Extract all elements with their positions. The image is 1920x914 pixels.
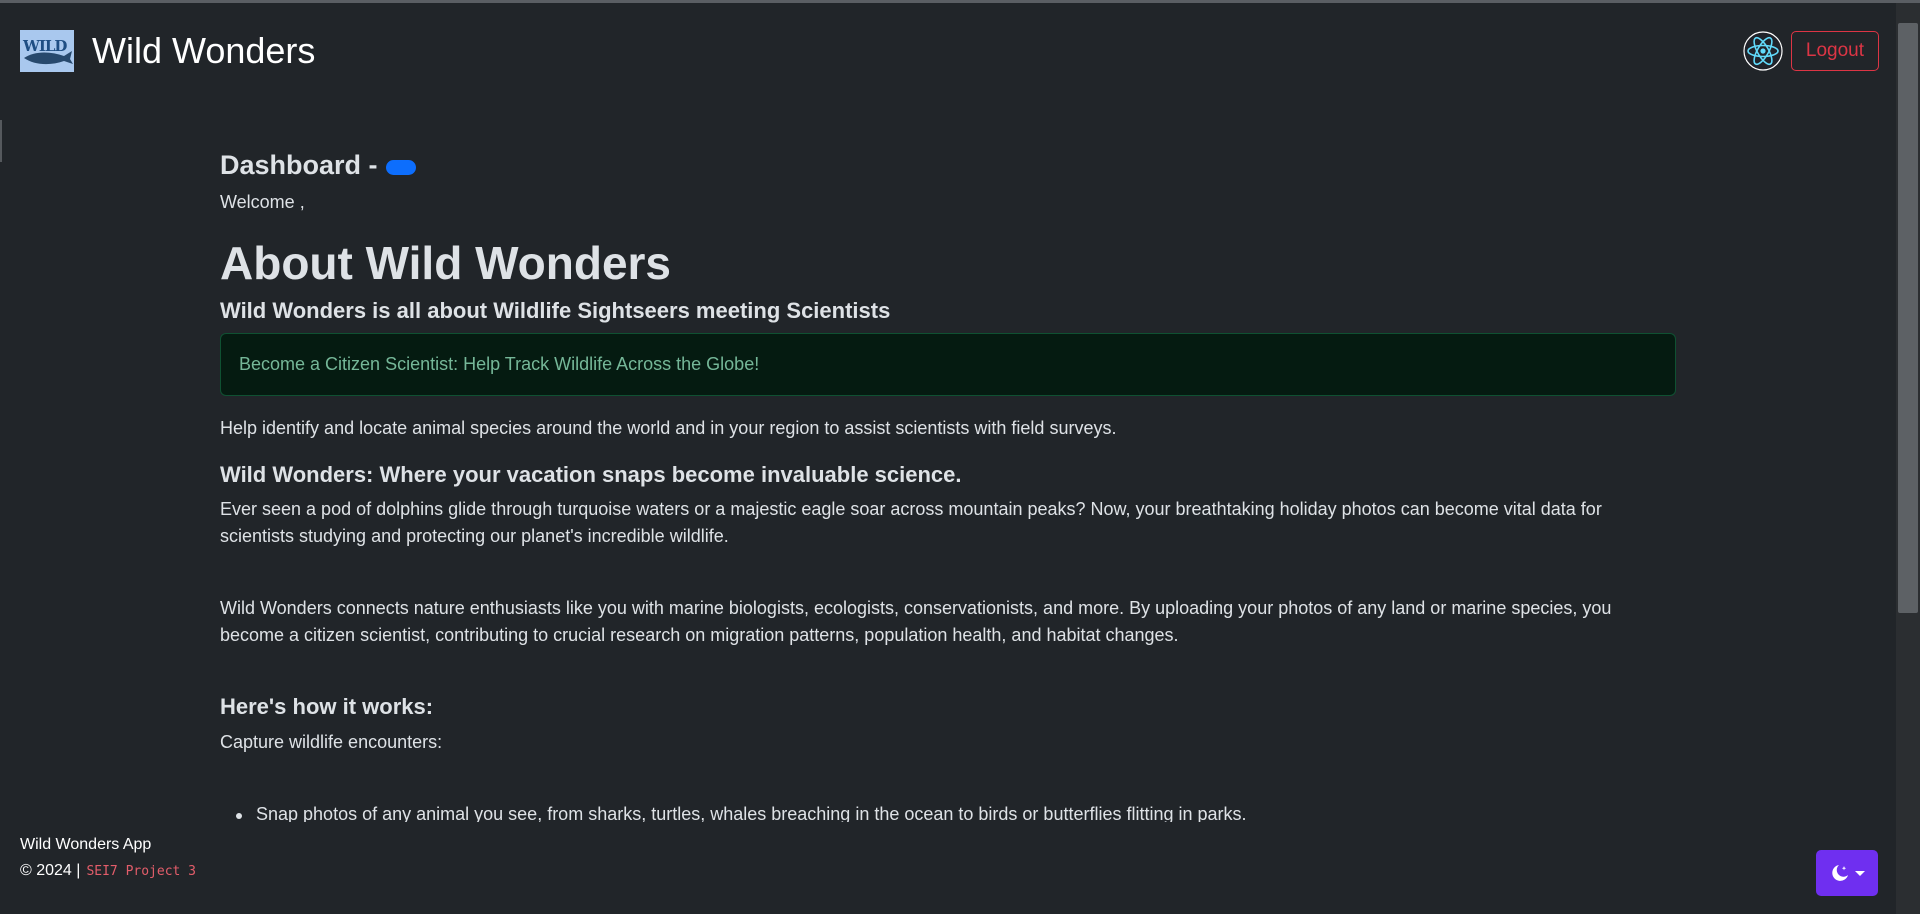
footer-copyright: © 2024 | bbox=[20, 862, 81, 879]
scrollbar-thumb[interactable] bbox=[1898, 23, 1918, 613]
about-heading: About Wild Wonders bbox=[220, 237, 672, 289]
tagline-heading: Wild Wonders is all about Wildlife Sight… bbox=[220, 298, 891, 323]
vertical-scrollbar[interactable] bbox=[1896, 3, 1920, 914]
moon-stars-icon bbox=[1831, 865, 1848, 881]
main-content: Dashboard - Welcome , About Wild Wonders… bbox=[220, 98, 1678, 822]
dashboard-title: Dashboard - bbox=[220, 150, 378, 180]
welcome-text: Welcome , bbox=[220, 192, 305, 212]
left-edge-marker bbox=[0, 120, 2, 162]
chevron-down-icon bbox=[1854, 870, 1865, 876]
logout-button[interactable]: Logout bbox=[1790, 30, 1879, 71]
list-item: Snap photos of any animal you see, from … bbox=[236, 804, 1247, 822]
dolphins-paragraph: Ever seen a pod of dolphins glide throug… bbox=[220, 499, 1602, 546]
react-atom-icon[interactable] bbox=[1743, 30, 1783, 71]
citizen-scientist-alert: Become a Citizen Scientist: Help Track W… bbox=[220, 333, 1676, 396]
project-code: SEI7 Project 3 bbox=[86, 863, 197, 879]
username-badge bbox=[385, 160, 416, 175]
brand-link[interactable]: WILD Wild Wonders bbox=[20, 29, 316, 72]
brand-title: Wild Wonders bbox=[92, 29, 316, 71]
navbar-actions: Logout bbox=[1743, 30, 1879, 71]
footer-app-name: Wild Wonders App bbox=[20, 836, 152, 853]
dashboard-heading: Dashboard - bbox=[220, 150, 416, 181]
footer: Wild Wonders App © 2024 | SEI7 Project 3 bbox=[20, 836, 196, 880]
alert-text: Become a Citizen Scientist: Help Track W… bbox=[239, 354, 760, 374]
intro-paragraph: Help identify and locate animal species … bbox=[220, 418, 1117, 438]
footer-copyright-line: © 2024 | SEI7 Project 3 bbox=[20, 862, 196, 880]
navbar: WILD Wild Wonders Logout bbox=[0, 3, 1896, 98]
theme-toggle-button[interactable] bbox=[1816, 850, 1878, 896]
capture-text: Capture wildlife encounters: bbox=[220, 732, 443, 752]
how-it-works-heading: Here's how it works: bbox=[220, 694, 434, 719]
whale-icon bbox=[24, 50, 73, 64]
vacation-heading: Wild Wonders: Where your vacation snaps … bbox=[220, 462, 962, 487]
brand-logo: WILD bbox=[20, 29, 74, 72]
connects-paragraph: Wild Wonders connects nature enthusiasts… bbox=[220, 598, 1612, 645]
